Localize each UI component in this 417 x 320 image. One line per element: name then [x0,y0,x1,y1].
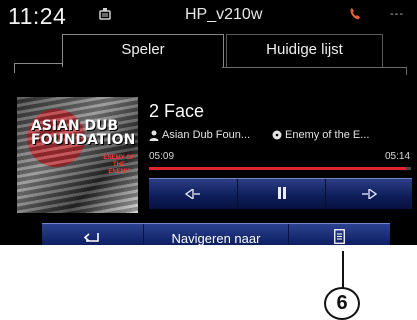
tab-divider [14,63,62,64]
skip-next-icon [361,187,377,202]
album-art-subtitle: ENEMY OF THE ENEMY [103,155,135,175]
back-arrow-icon [83,231,101,246]
tab-bar: Speler Huidige lijst [0,34,417,68]
callout-number: 6 [324,287,360,320]
list-options-button[interactable] [288,224,390,245]
track-album: Enemy of the E... [285,129,370,141]
progress-fill [149,167,406,170]
signal-indicator: --- [390,8,404,20]
elapsed-time: 05:09 [149,151,175,162]
callout-pointer [342,251,344,289]
transport-controls [149,178,412,209]
phone-connected-icon [98,7,112,26]
clock: 11:24 [8,3,67,29]
status-bar: 11:24 HP_v210w --- [0,0,417,30]
progress-bar[interactable] [149,167,411,170]
pause-icon [277,186,287,202]
head-unit-screen: 11:24 HP_v210w --- Speler Huidige lijst … [0,0,417,245]
track-title: 2 Face [149,101,205,121]
total-time: 05:14 [385,151,411,162]
tab-speler[interactable]: Speler [62,34,224,67]
pause-button[interactable] [237,179,326,209]
previous-track-button[interactable] [149,179,236,209]
back-button[interactable] [42,224,142,245]
artist-icon [149,130,159,144]
album-art: ASIAN DUB FOUNDATION ENEMY OF THE ENEMY [17,97,138,213]
tab-divider [222,67,407,68]
next-track-button[interactable] [325,179,412,209]
tab-divider [406,67,407,75]
track-artist: Asian Dub Foun... [162,129,251,141]
bottom-bar: Navigeren naar [42,223,390,245]
skip-previous-icon [184,187,201,202]
list-icon [333,229,345,245]
tab-divider [14,63,15,73]
album-art-title: ASIAN DUB FOUNDATION [31,118,136,148]
device-name: HP_v210w [185,6,263,23]
phone-call-icon[interactable] [349,7,361,26]
tab-huidige-lijst[interactable]: Huidige lijst [226,34,383,68]
album-icon [272,130,282,143]
navigate-to-button[interactable]: Navigeren naar [143,224,289,245]
